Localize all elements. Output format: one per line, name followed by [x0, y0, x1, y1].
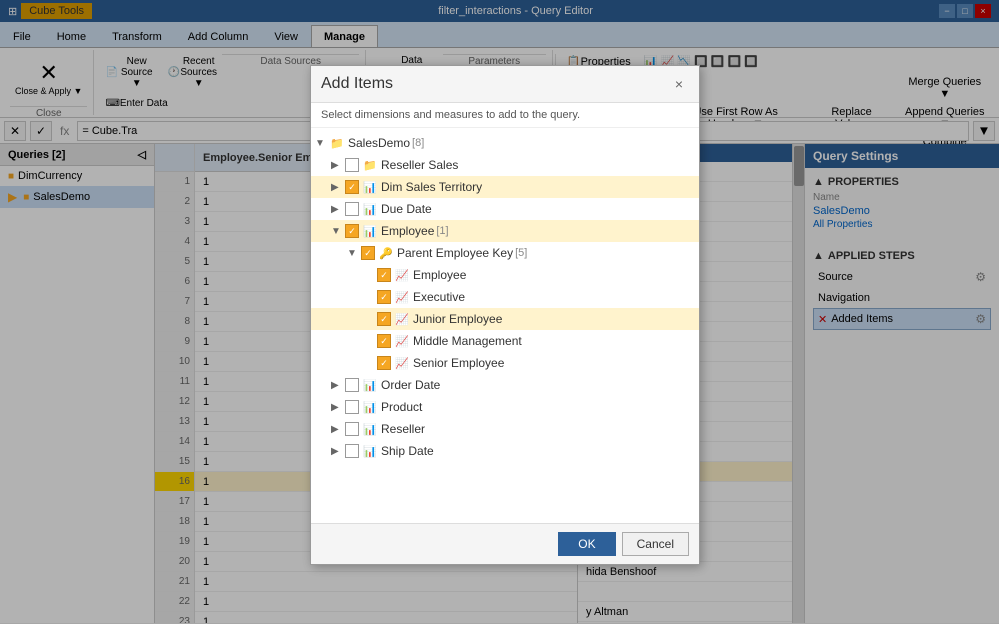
- tree-label-middle-mgmt: Middle Management: [413, 334, 522, 348]
- tree-label-reseller-sales: Reseller Sales: [381, 158, 458, 172]
- tree-icon-middle-mgmt: 📈: [394, 333, 410, 349]
- tree-item-junior-employee[interactable]: 📈 Junior Employee: [311, 308, 699, 330]
- ok-button[interactable]: OK: [558, 532, 615, 556]
- tree-icon-product: 📊: [362, 399, 378, 415]
- tree-item-reseller-sales[interactable]: ▶ 📁 Reseller Sales: [311, 154, 699, 176]
- tree-item-reseller[interactable]: ▶ 📊 Reseller: [311, 418, 699, 440]
- tree-label-due-date: Due Date: [381, 202, 432, 216]
- tree-cb-due-date[interactable]: [345, 202, 359, 216]
- modal-close-button[interactable]: ×: [669, 74, 689, 94]
- tree-arrow-dim-sales[interactable]: ▶: [331, 182, 345, 193]
- tree-item-dim-sales[interactable]: ▶ 📊 Dim Sales Territory: [311, 176, 699, 198]
- tree-item-senior-employee[interactable]: 📈 Senior Employee: [311, 352, 699, 374]
- tree-arrow-due-date[interactable]: ▶: [331, 204, 345, 215]
- tree-item-salesdemo[interactable]: ▼ 📁 SalesDemo [8]: [311, 132, 699, 154]
- tree-label-parent-key: Parent Employee Key: [397, 246, 513, 260]
- tree-item-employee[interactable]: ▼ 📊 Employee [1]: [311, 220, 699, 242]
- tree-label-order-date: Order Date: [381, 378, 440, 392]
- tree-label-dim-sales: Dim Sales Territory: [381, 180, 482, 194]
- tree-item-ship-date[interactable]: ▶ 📊 Ship Date: [311, 440, 699, 462]
- tree-arrow-salesdemo[interactable]: ▼: [315, 138, 329, 149]
- tree-icon-salesdemo: 📁: [329, 135, 345, 151]
- tree-item-executive[interactable]: 📈 Executive: [311, 286, 699, 308]
- tree-arrow-order-date[interactable]: ▶: [331, 380, 345, 391]
- tree-count-salesdemo: [8]: [412, 137, 424, 149]
- tree-icon-junior-employee: 📈: [394, 311, 410, 327]
- tree-item-middle-mgmt[interactable]: 📈 Middle Management: [311, 330, 699, 352]
- tree-item-due-date[interactable]: ▶ 📊 Due Date: [311, 198, 699, 220]
- tree-icon-reseller-sales: 📁: [362, 157, 378, 173]
- tree-item-product[interactable]: ▶ 📊 Product: [311, 396, 699, 418]
- tree-icon-parent-key: 🔑: [378, 245, 394, 261]
- tree-cb-junior-employee[interactable]: [377, 312, 391, 326]
- tree-cb-ship-date[interactable]: [345, 444, 359, 458]
- tree-label-employee: Employee: [381, 224, 434, 238]
- tree-icon-dim-sales: 📊: [362, 179, 378, 195]
- tree-cb-reseller-sales[interactable]: [345, 158, 359, 172]
- tree-cb-senior-employee[interactable]: [377, 356, 391, 370]
- tree-cb-employee[interactable]: [345, 224, 359, 238]
- tree-arrow-employee[interactable]: ▼: [331, 226, 345, 237]
- tree-icon-reseller: 📊: [362, 421, 378, 437]
- tree-cb-reseller[interactable]: [345, 422, 359, 436]
- add-items-modal: Add Items × Select dimensions and measur…: [310, 65, 700, 565]
- tree-icon-order-date: 📊: [362, 377, 378, 393]
- tree-arrow-ship-date[interactable]: ▶: [331, 446, 345, 457]
- tree-item-order-date[interactable]: ▶ 📊 Order Date: [311, 374, 699, 396]
- tree-icon-executive: 📈: [394, 289, 410, 305]
- tree-label-employee-leaf: Employee: [413, 268, 466, 282]
- tree-icon-employee: 📊: [362, 223, 378, 239]
- tree-label-executive: Executive: [413, 290, 465, 304]
- tree-cb-dim-sales[interactable]: [345, 180, 359, 194]
- tree-count-parent-key: [5]: [515, 247, 527, 259]
- tree-item-employee-leaf[interactable]: 📈 Employee: [311, 264, 699, 286]
- modal-footer: OK Cancel: [311, 523, 699, 564]
- modal-subtitle: Select dimensions and measures to add to…: [311, 103, 699, 128]
- tree-arrow-product[interactable]: ▶: [331, 402, 345, 413]
- tree-icon-employee-leaf: 📈: [394, 267, 410, 283]
- tree-arrow-reseller[interactable]: ▶: [331, 424, 345, 435]
- cancel-button[interactable]: Cancel: [622, 532, 689, 556]
- tree-cb-parent-key[interactable]: [361, 246, 375, 260]
- tree-label-ship-date: Ship Date: [381, 444, 434, 458]
- tree-cb-executive[interactable]: [377, 290, 391, 304]
- tree-label-senior-employee: Senior Employee: [413, 356, 504, 370]
- tree-count-employee: [1]: [436, 225, 448, 237]
- modal-overlay: Add Items × Select dimensions and measur…: [0, 0, 999, 624]
- tree-label-product: Product: [381, 400, 422, 414]
- tree-cb-order-date[interactable]: [345, 378, 359, 392]
- tree-cb-employee-leaf[interactable]: [377, 268, 391, 282]
- tree-cb-middle-mgmt[interactable]: [377, 334, 391, 348]
- tree-label-reseller: Reseller: [381, 422, 425, 436]
- tree-arrow-reseller-sales[interactable]: ▶: [331, 160, 345, 171]
- tree-cb-product[interactable]: [345, 400, 359, 414]
- tree-label-salesdemo: SalesDemo: [348, 136, 410, 150]
- modal-header: Add Items ×: [311, 66, 699, 103]
- tree-icon-due-date: 📊: [362, 201, 378, 217]
- modal-title: Add Items: [321, 75, 393, 93]
- tree-icon-ship-date: 📊: [362, 443, 378, 459]
- tree-item-parent-key[interactable]: ▼ 🔑 Parent Employee Key [5]: [311, 242, 699, 264]
- tree-icon-senior-employee: 📈: [394, 355, 410, 371]
- tree-arrow-parent-key[interactable]: ▼: [347, 248, 361, 259]
- tree-label-junior-employee: Junior Employee: [413, 312, 502, 326]
- modal-body: ▼ 📁 SalesDemo [8] ▶ 📁 Reseller Sales ▶ 📊…: [311, 128, 699, 523]
